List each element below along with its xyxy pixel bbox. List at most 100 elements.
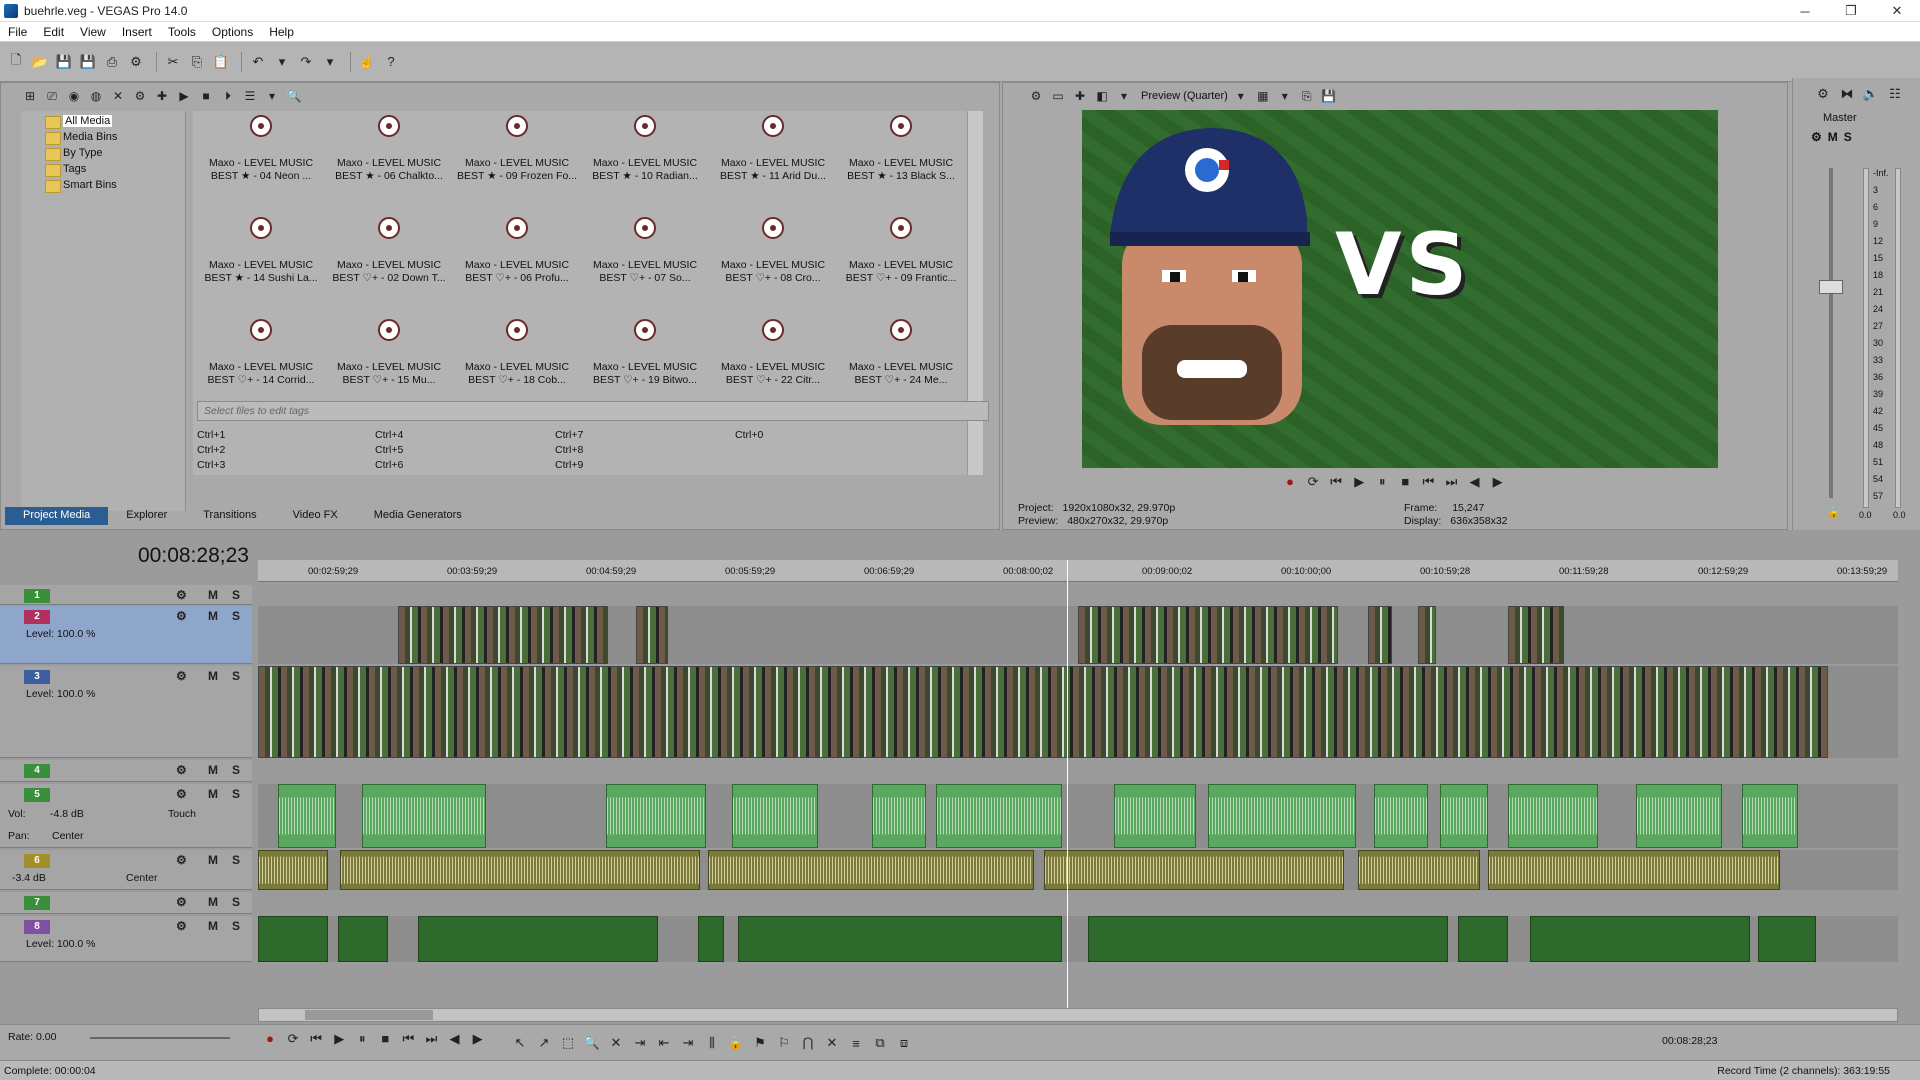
lock-icon[interactable]: 🔒 — [726, 1033, 746, 1053]
save-icon[interactable]: 💾 — [54, 52, 74, 72]
tree-item-media-bins[interactable]: Media Bins — [21, 129, 185, 145]
play-from-start-icon[interactable]: ⏮ — [1326, 474, 1346, 490]
menu-file[interactable]: File — [0, 25, 35, 39]
mixer-fx-icon[interactable]: ⚙ — [1811, 130, 1822, 144]
shortcut-label[interactable]: Ctrl+7 — [555, 429, 583, 441]
video-event[interactable] — [258, 666, 1828, 758]
audio-event[interactable] — [872, 784, 926, 848]
track-volume-value[interactable]: -4.8 dB — [50, 808, 84, 820]
media-item[interactable]: Maxo - LEVEL MUSIC BEST ★ - 06 Chalkto... — [325, 115, 453, 183]
audio-event[interactable] — [1114, 784, 1196, 848]
media-item[interactable]: Maxo - LEVEL MUSIC BEST ♡+ - 24 Me... — [837, 319, 965, 387]
master-lock-icon[interactable]: 🔒 — [1827, 506, 1841, 519]
track-fx-icon[interactable]: ⚙ — [176, 853, 187, 867]
extract-audio-icon[interactable]: ◍ — [87, 87, 105, 105]
audio-event[interactable] — [1374, 784, 1428, 848]
track-mute-button[interactable]: M — [208, 669, 218, 683]
pause-icon[interactable]: ⏸ — [352, 1031, 372, 1047]
ignore-grouping-icon[interactable]: ⧈ — [894, 1033, 914, 1053]
media-item[interactable]: Maxo - LEVEL MUSIC BEST ♡+ - 08 Cro... — [709, 217, 837, 285]
track-solo-button[interactable]: S — [232, 895, 240, 909]
redo-dropdown-icon[interactable]: ▾ — [320, 52, 340, 72]
video-event[interactable] — [698, 916, 724, 962]
record-icon[interactable]: ● — [260, 1031, 280, 1046]
media-item[interactable]: Maxo - LEVEL MUSIC BEST ♡+ - 06 Profu... — [453, 217, 581, 285]
track-lane-1[interactable] — [258, 585, 1898, 605]
track-pan-value[interactable]: Center — [52, 830, 84, 842]
track-solo-button[interactable]: S — [232, 669, 240, 683]
video-event[interactable] — [636, 606, 668, 664]
tree-item-all-media[interactable]: All Media — [21, 113, 185, 129]
timeline-horizontal-scrollbar[interactable] — [258, 1008, 1898, 1022]
capture-icon[interactable]: ⎚ — [43, 87, 61, 105]
video-event[interactable] — [1368, 606, 1392, 664]
loop-icon[interactable]: ⟳ — [1303, 474, 1323, 490]
audio-event[interactable] — [708, 850, 1034, 890]
help-icon[interactable]: ? — [381, 52, 401, 72]
track-header-2[interactable]: 2 M S ⚙ Level: 100.0 % — [0, 606, 252, 664]
menu-edit[interactable]: Edit — [35, 25, 72, 39]
master-fader-handle[interactable] — [1819, 280, 1843, 294]
selection-tool-icon[interactable]: ⬚ — [558, 1033, 578, 1053]
track-lane-5[interactable] — [258, 784, 1898, 848]
video-event[interactable] — [738, 916, 1062, 962]
tab-explorer[interactable]: Explorer — [108, 507, 185, 525]
open-folder-icon[interactable]: 📂 — [30, 52, 50, 72]
track-header-8[interactable]: 8 M S ⚙ Level: 100.0 % — [0, 916, 252, 962]
media-item[interactable]: Maxo - LEVEL MUSIC BEST ★ - 14 Sushi La..… — [197, 217, 325, 285]
record-icon[interactable]: ● — [1280, 474, 1300, 489]
playhead-cursor[interactable] — [1067, 560, 1068, 1010]
trim-start-icon[interactable]: ⇤ — [654, 1033, 674, 1053]
menu-tools[interactable]: Tools — [160, 25, 204, 39]
tree-item-smart-bins[interactable]: Smart Bins — [21, 177, 185, 193]
track-header-1[interactable]: 1 M S ⚙ — [0, 585, 252, 605]
rate-slider[interactable] — [90, 1037, 230, 1039]
shortcut-label[interactable]: Ctrl+9 — [555, 459, 583, 471]
lock-envelopes-icon[interactable]: ⧉ — [870, 1033, 890, 1053]
trim-end-icon[interactable]: ⇥ — [678, 1033, 698, 1053]
external-monitor-icon[interactable]: ▭ — [1049, 87, 1067, 105]
loop-icon[interactable]: ⟳ — [283, 1031, 303, 1047]
undo-icon[interactable]: ↶ — [248, 52, 268, 72]
views-icon[interactable]: ☰ — [241, 87, 259, 105]
split-dropdown-icon[interactable]: ▾ — [1115, 87, 1133, 105]
tree-item-by-type[interactable]: By Type — [21, 145, 185, 161]
media-item[interactable]: Maxo - LEVEL MUSIC BEST ♡+ - 09 Frantic..… — [837, 217, 965, 285]
new-file-icon[interactable]: 🗋 — [6, 52, 26, 72]
normal-edit-tool-icon[interactable]: ↖ — [510, 1033, 530, 1053]
audio-event[interactable] — [362, 784, 486, 848]
pause-icon[interactable]: ⏸ — [1372, 474, 1392, 490]
maximize-button[interactable]: ❐ — [1828, 0, 1874, 22]
media-item[interactable]: Maxo - LEVEL MUSIC BEST ♡+ - 07 So... — [581, 217, 709, 285]
menu-options[interactable]: Options — [204, 25, 261, 39]
cursor-position-timecode[interactable]: 00:08:28;23 — [1662, 1035, 1717, 1047]
shortcut-label[interactable]: Ctrl+4 — [375, 429, 403, 441]
timeline-timecode[interactable]: 00:08:28;23 — [138, 544, 249, 568]
track-header-5[interactable]: 5 M S ⚙ Vol: -4.8 dB Center Pan: Touch — [0, 784, 252, 848]
shortcut-label[interactable]: Ctrl+8 — [555, 444, 583, 456]
shortcut-label[interactable]: Ctrl+5 — [375, 444, 403, 456]
play-icon[interactable]: ▶ — [329, 1031, 349, 1047]
go-to-end-icon[interactable]: ⏭ — [421, 1031, 441, 1047]
media-item[interactable]: Maxo - LEVEL MUSIC BEST ★ - 13 Black S... — [837, 115, 965, 183]
track-mute-button[interactable]: M — [208, 787, 218, 801]
track-level[interactable]: Level: 100.0 % — [26, 628, 95, 640]
dim-output-icon[interactable]: 🔈 — [1861, 84, 1881, 104]
timeline-ruler[interactable]: 00:02:59;29 00:03:59;29 00:04:59;29 00:05:5… — [258, 560, 1898, 582]
split-screen-icon[interactable]: ◧ — [1093, 87, 1111, 105]
track-header-6[interactable]: 6 M S ⚙ -3.4 dB Center — [0, 850, 252, 890]
preview-properties-icon[interactable]: ⚙ — [1027, 87, 1045, 105]
prev-frame-icon[interactable]: ◀ — [445, 1031, 465, 1047]
track-mute-button[interactable]: M — [208, 588, 218, 602]
audio-event[interactable] — [278, 784, 336, 848]
track-lane-4[interactable] — [258, 760, 1898, 782]
close-button[interactable]: ✕ — [1874, 0, 1920, 22]
video-event[interactable] — [258, 916, 328, 962]
tab-media-generators[interactable]: Media Generators — [356, 507, 480, 525]
shortcut-label[interactable]: Ctrl+3 — [197, 459, 225, 471]
track-fx-icon[interactable]: ⚙ — [176, 588, 187, 602]
save-as-icon[interactable]: 💾 — [78, 52, 98, 72]
video-event[interactable] — [1508, 606, 1564, 664]
mixer-properties-icon[interactable]: ⚙ — [1813, 84, 1833, 104]
video-event[interactable] — [338, 916, 388, 962]
